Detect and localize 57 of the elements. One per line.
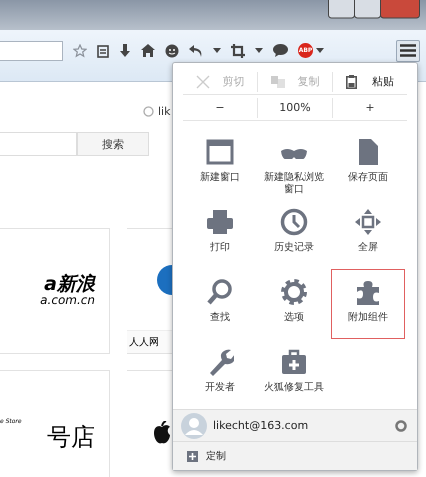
logo-url: a.com.cn [40, 294, 95, 308]
customize-button[interactable]: 定制 [173, 441, 417, 470]
dropdown-caret-icon[interactable] [316, 48, 324, 53]
star-icon[interactable] [73, 44, 87, 58]
zoom-reset-button[interactable]: 100% [257, 98, 333, 118]
window-icon [206, 138, 234, 166]
scissors-icon [196, 74, 210, 89]
search-button[interactable]: 搜索 [77, 132, 149, 156]
clipboard-icon [346, 74, 358, 89]
menu-item[interactable]: 查找 [183, 269, 257, 340]
gear-icon [280, 278, 308, 306]
window-controls-drawing[interactable] [328, 0, 420, 20]
menu-icon [400, 44, 416, 57]
magnifier-icon [206, 278, 234, 306]
sync-icon [143, 106, 154, 116]
menu-item[interactable]: 保存页面 [331, 129, 405, 200]
back-arrow-icon[interactable] [189, 44, 203, 56]
menu-item[interactable]: 火狐修复工具 [257, 339, 331, 410]
clock-icon [280, 208, 308, 236]
arrows-icon [354, 208, 382, 236]
menu-item[interactable]: 历史记录 [257, 199, 331, 270]
zoom-out-button[interactable]: − [183, 98, 257, 118]
account-email[interactable]: likecht@163.com [213, 419, 308, 432]
logo-icon [154, 264, 172, 294]
menu-item[interactable]: 新建隐私浏览窗口 [257, 129, 331, 200]
dropdown-caret-icon[interactable] [255, 48, 263, 53]
address-field[interactable] [0, 40, 63, 60]
dropdown-caret-icon[interactable] [213, 48, 221, 53]
menu-item[interactable]: 选项 [257, 269, 331, 340]
toolbox-icon [280, 348, 308, 376]
zoom-in-button[interactable]: + [333, 98, 407, 118]
menu-button[interactable] [396, 40, 420, 62]
crop-icon[interactable] [231, 44, 245, 58]
search-field[interactable] [0, 132, 77, 156]
site-tile[interactable]: 人人网 [127, 228, 172, 354]
tile-caption: 人人网 [127, 330, 172, 353]
menu-item[interactable]: 新建窗口 [183, 129, 257, 200]
smiley-icon[interactable] [165, 44, 179, 58]
speech-bubble-icon[interactable] [273, 44, 288, 57]
download-icon[interactable] [119, 44, 131, 58]
avatar-silhouette-icon [181, 412, 207, 439]
apple-icon [152, 421, 172, 445]
plus-square-icon [187, 450, 198, 462]
sync-link[interactable]: lik [158, 104, 170, 118]
sync-icon[interactable] [395, 420, 407, 432]
logo-text: a新浪 [44, 274, 95, 294]
menu-item[interactable]: 附加组件 [331, 269, 405, 340]
copy-icon [270, 76, 284, 88]
home-icon[interactable] [141, 44, 155, 57]
puzzle-icon [354, 278, 382, 306]
reading-list-icon[interactable] [97, 44, 109, 58]
paste-button[interactable]: 粘贴 [332, 72, 407, 92]
site-tile[interactable]: a新浪 a.com.cn [0, 228, 110, 354]
menu-item[interactable]: 打印 [183, 199, 257, 270]
menu-item[interactable]: 全屏 [331, 199, 405, 270]
logo-text: 号店 [47, 424, 95, 448]
menu-item[interactable]: 开发者 [183, 339, 257, 410]
